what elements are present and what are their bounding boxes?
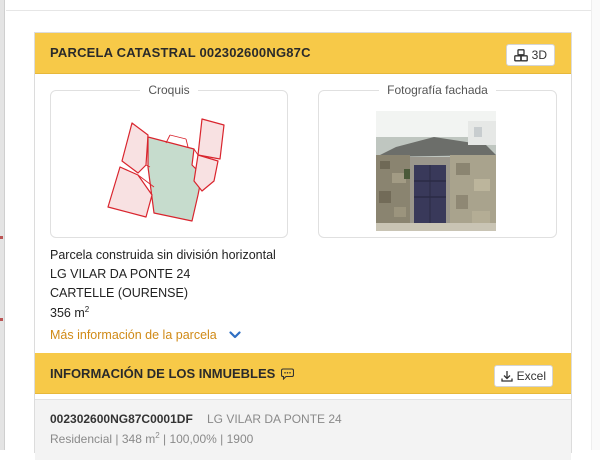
excel-label: Excel	[516, 369, 546, 383]
scrollbar[interactable]	[591, 0, 600, 450]
parcel-municipality: CARTELLE (OURENSE)	[50, 286, 188, 300]
properties-header: INFORMACIÓN DE LOS INMUEBLES Excel	[35, 353, 571, 394]
map-marker	[0, 318, 3, 321]
property-row[interactable]: 002302600NG87C0001DF LG VILAR DA PONTE 2…	[35, 399, 571, 460]
property-address: LG VILAR DA PONTE 24	[207, 412, 342, 426]
parcel-card: PARCELA CATASTRAL 002302600NG87C 3D Croq…	[34, 32, 572, 460]
property-details: Residencial | 348 m2 | 100,00% | 1900	[50, 431, 254, 446]
properties-title: INFORMACIÓN DE LOS INMUEBLES	[50, 366, 295, 381]
parcel-title: PARCELA CATASTRAL 002302600NG87C	[50, 45, 311, 60]
comment-icon[interactable]	[281, 367, 295, 380]
facade-photo-panel: Fotografía fachada	[318, 83, 557, 238]
property-area: 348 m	[121, 432, 156, 446]
more-info-label: Más información de la parcela	[50, 328, 217, 342]
property-share: 100,00%	[169, 432, 217, 446]
property-reference[interactable]: 002302600NG87C0001DF	[50, 412, 193, 426]
parcel-header: PARCELA CATASTRAL 002302600NG87C 3D	[35, 33, 571, 74]
sketch-panel: Croquis	[50, 83, 288, 238]
sketch-label: Croquis	[140, 83, 198, 97]
parcel-sketch[interactable]	[106, 117, 236, 227]
property-use: Residencial	[50, 432, 113, 446]
view-3d-label: 3D	[531, 48, 547, 62]
parcel-area: 356 m2	[50, 305, 89, 320]
excel-export-button[interactable]: Excel	[493, 365, 553, 387]
chevron-down-icon	[229, 331, 241, 339]
property-year: 1900	[226, 432, 254, 446]
parcel-area-unit: 2	[84, 305, 90, 314]
property-area-unit: 2	[155, 431, 160, 440]
parcel-area-value: 356 m	[50, 306, 85, 321]
more-info-link[interactable]: Más información de la parcela	[50, 328, 241, 342]
download-icon	[501, 371, 513, 382]
photo-label: Fotografía fachada	[379, 83, 496, 97]
facade-photo[interactable]	[376, 111, 496, 231]
view-3d-button[interactable]: 3D	[505, 44, 555, 66]
parcel-type: Parcela construida sin división horizont…	[50, 248, 276, 262]
properties-title-text: INFORMACIÓN DE LOS INMUEBLES	[50, 366, 276, 381]
map-edge	[0, 0, 5, 450]
map-marker	[0, 236, 3, 239]
cubes-icon	[513, 48, 528, 61]
divider	[6, 10, 600, 11]
parcel-address: LG VILAR DA PONTE 24	[50, 267, 191, 281]
